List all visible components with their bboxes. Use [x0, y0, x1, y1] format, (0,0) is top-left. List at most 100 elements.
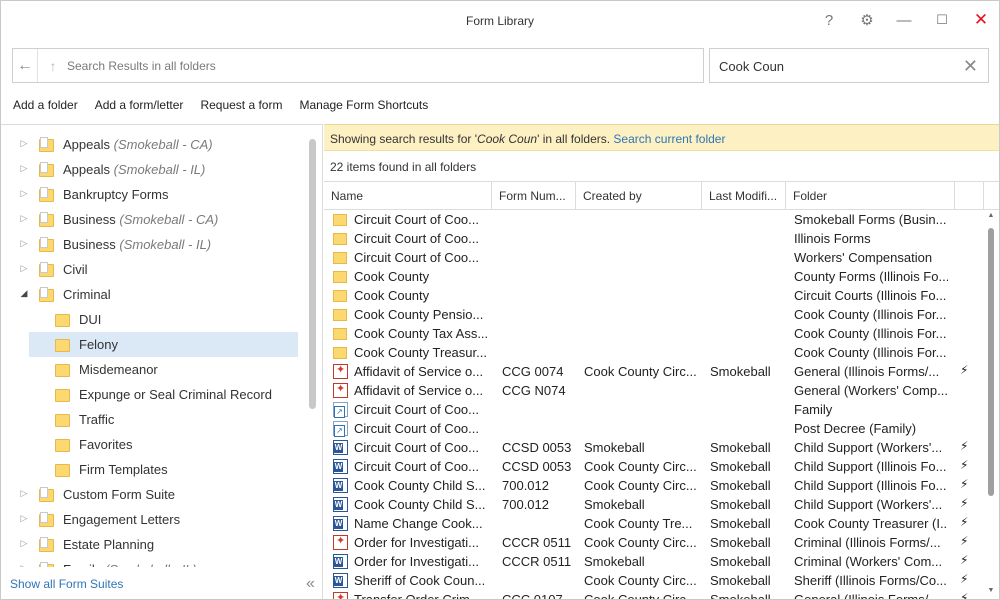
- question-icon[interactable]: ?: [816, 7, 842, 33]
- expand-arrow-icon[interactable]: ▷: [18, 138, 30, 149]
- sidebar-item-bankruptcy[interactable]: ▷ Bankruptcy Forms: [1, 182, 301, 207]
- table-row[interactable]: Transfer Order Crim... CCC 0107 Cook Count…: [324, 590, 984, 599]
- close-icon[interactable]: ✕: [968, 7, 994, 33]
- search-current-folder-link[interactable]: Search current folder: [613, 132, 725, 146]
- table-row[interactable]: Cook County Tax Ass... Cook County (Illin…: [324, 324, 984, 343]
- sidebar-item-firm-templates[interactable]: Firm Templates: [1, 457, 301, 482]
- table-row[interactable]: Affidavit of Service o... CCG N074 General…: [324, 381, 984, 400]
- expand-arrow-icon[interactable]: ▷: [18, 213, 30, 224]
- table-row[interactable]: Name Change Cook... Cook County Tre... Smo…: [324, 514, 984, 533]
- expand-arrow-icon[interactable]: ▷: [18, 513, 30, 524]
- request-form-button[interactable]: Request a form: [200, 98, 282, 116]
- table-row[interactable]: Circuit Court of Coo... Family: [324, 400, 984, 419]
- table-row[interactable]: Circuit Court of Coo... Smokeball Forms (…: [324, 210, 984, 229]
- add-folder-button[interactable]: Add a folder: [13, 98, 78, 116]
- folder-icon: [55, 362, 70, 377]
- sidebar-item-appeals-ca[interactable]: ▷ Appeals (Smokeball - CA): [1, 132, 301, 157]
- sidebar-item-favorites[interactable]: Favorites: [1, 432, 301, 457]
- column-header-created-by[interactable]: Created by: [576, 182, 702, 210]
- expand-arrow-icon[interactable]: ▷: [18, 488, 30, 499]
- cell-name: Affidavit of Service o...: [354, 383, 484, 398]
- table-row[interactable]: Order for Investigati... CCCR 0511 Cook Co…: [324, 533, 984, 552]
- sidebar-item-felony[interactable]: Felony: [29, 332, 298, 357]
- collapse-arrow-icon[interactable]: ◢: [18, 288, 30, 299]
- banner-term: Cook Coun: [477, 132, 538, 146]
- gear-icon[interactable]: ⚙: [854, 7, 880, 33]
- search-input[interactable]: Cook Coun ✕: [709, 48, 989, 83]
- sidebar-item-estate-planning[interactable]: ▷ Estate Planning: [1, 532, 301, 557]
- table-row[interactable]: Cook County Circuit Courts (Illinois Fo..…: [324, 286, 984, 305]
- lightning-icon[interactable]: ⚡: [960, 363, 968, 377]
- column-header-last-modified[interactable]: Last Modifi...: [702, 182, 786, 210]
- lightning-icon[interactable]: ⚡: [960, 515, 968, 529]
- lightning-icon[interactable]: ⚡: [960, 458, 968, 472]
- cell-name: Circuit Court of Coo...: [354, 421, 479, 436]
- cell-name: Circuit Court of Coo...: [354, 440, 479, 455]
- manage-shortcuts-button[interactable]: Manage Form Shortcuts: [299, 98, 428, 116]
- table-row[interactable]: Cook County Child S... 700.012 Smokeball Sm…: [324, 495, 984, 514]
- sidebar-item-traffic[interactable]: Traffic: [1, 407, 301, 432]
- table-row[interactable]: Circuit Court of Coo... Workers' Compensa…: [324, 248, 984, 267]
- sidebar-item-misdemeanor[interactable]: Misdemeanor: [1, 357, 301, 382]
- expand-arrow-icon[interactable]: ▷: [18, 538, 30, 549]
- expand-arrow-icon[interactable]: ▷: [18, 188, 30, 199]
- table-row[interactable]: Order for Investigati... CCCR 0511 Smokeba…: [324, 552, 984, 571]
- up-arrow-icon[interactable]: ↑: [43, 49, 63, 82]
- table-row[interactable]: Circuit Court of Coo... Post Decree (Fami…: [324, 419, 984, 438]
- cell-folder: Child Support (Illinois Fo...: [794, 478, 947, 493]
- sidebar-scrollbar[interactable]: [309, 139, 316, 409]
- table-row[interactable]: Cook County County Forms (Illinois Fo...: [324, 267, 984, 286]
- sidebar-item-engagement-letters[interactable]: ▷ Engagement Letters: [1, 507, 301, 532]
- column-header-form-number[interactable]: Form Num...: [492, 182, 576, 210]
- add-form-button[interactable]: Add a form/letter: [95, 98, 184, 116]
- lightning-icon[interactable]: ⚡: [960, 439, 968, 453]
- cell-form-number: CCCR 0511: [502, 554, 572, 569]
- minimize-icon[interactable]: —: [891, 7, 917, 33]
- expand-arrow-icon[interactable]: ▷: [18, 263, 30, 274]
- cell-created-by: Cook County Circ...: [584, 478, 697, 493]
- scroll-thumb[interactable]: [988, 228, 994, 496]
- column-header-shortcut[interactable]: [955, 182, 984, 210]
- table-row[interactable]: Cook County Child S... 700.012 Cook County…: [324, 476, 984, 495]
- lightning-icon[interactable]: ⚡: [960, 496, 968, 510]
- expand-arrow-icon[interactable]: ▷: [18, 238, 30, 249]
- back-arrow-icon[interactable]: ←: [13, 49, 38, 82]
- column-header-name[interactable]: Name: [324, 182, 492, 210]
- folder-tree: ▷ Appeals (Smokeball - CA) ▷ Appeals (Sm…: [1, 132, 301, 582]
- sidebar-item-appeals-il[interactable]: ▷ Appeals (Smokeball - IL): [1, 157, 301, 182]
- expand-arrow-icon[interactable]: ▷: [18, 163, 30, 174]
- collapse-sidebar-icon[interactable]: «: [306, 575, 315, 593]
- maximize-icon[interactable]: ☐: [929, 7, 955, 33]
- lightning-icon[interactable]: ⚡: [960, 534, 968, 548]
- sidebar-item-business-ca[interactable]: ▷ Business (Smokeball - CA): [1, 207, 301, 232]
- table-row[interactable]: Cook County Treasur... Cook County (Illin…: [324, 343, 984, 362]
- sidebar-item-expunge[interactable]: Expunge or Seal Criminal Record: [1, 382, 301, 407]
- sidebar-item-civil[interactable]: ▷ Civil: [1, 257, 301, 282]
- search-query-text[interactable]: Cook Coun: [719, 59, 784, 74]
- sidebar-item-business-il[interactable]: ▷ Business (Smokeball - IL): [1, 232, 301, 257]
- table-row[interactable]: Circuit Court of Coo... CCSD 0053 Smokebal…: [324, 438, 984, 457]
- cell-form-number: CCG N074: [502, 383, 566, 398]
- lightning-icon[interactable]: ⚡: [960, 477, 968, 491]
- column-header-folder[interactable]: Folder: [786, 182, 955, 210]
- show-all-suites-link[interactable]: Show all Form Suites: [10, 577, 123, 591]
- scroll-up-icon[interactable]: ▲: [986, 212, 996, 219]
- sidebar-item-dui[interactable]: DUI: [1, 307, 301, 332]
- table-row[interactable]: Cook County Pensio... Cook County (Illino…: [324, 305, 984, 324]
- table-row[interactable]: Affidavit of Service o... CCG 0074 Cook Co…: [324, 362, 984, 381]
- banner-text: Showing search results for 'Cook Coun' i…: [330, 132, 726, 146]
- table-scrollbar[interactable]: ▲ ▼: [986, 210, 996, 599]
- cell-form-number: CCSD 0053: [502, 459, 572, 474]
- scroll-down-icon[interactable]: ▼: [986, 587, 996, 594]
- folder-icon: [333, 345, 348, 360]
- table-row[interactable]: Sheriff of Cook Coun... Cook County Circ.…: [324, 571, 984, 590]
- sidebar-item-custom-form-suite[interactable]: ▷ Custom Form Suite: [1, 482, 301, 507]
- table-row[interactable]: Circuit Court of Coo... Illinois Forms: [324, 229, 984, 248]
- lightning-icon[interactable]: ⚡: [960, 572, 968, 586]
- clear-search-icon[interactable]: ✕: [963, 56, 978, 77]
- table-row[interactable]: Circuit Court of Coo... CCSD 0053 Cook Cou…: [324, 457, 984, 476]
- lightning-icon[interactable]: ⚡: [960, 591, 968, 599]
- sidebar-item-criminal[interactable]: ◢ Criminal: [1, 282, 301, 307]
- cell-folder: Child Support (Workers'...: [794, 440, 943, 455]
- lightning-icon[interactable]: ⚡: [960, 553, 968, 567]
